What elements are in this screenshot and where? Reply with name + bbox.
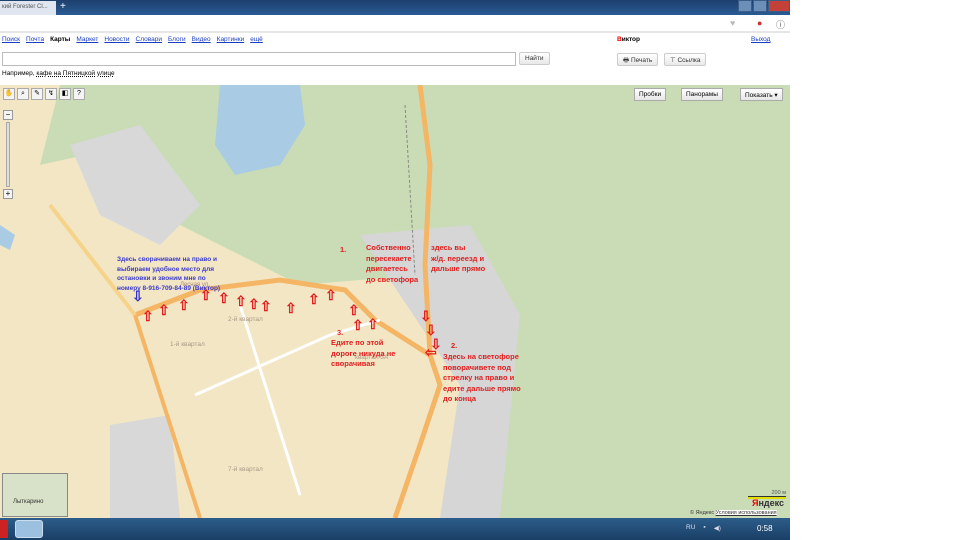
layers-icon[interactable]: ◧ [59,88,71,100]
red-arrow-icon: ⇧ [352,317,364,333]
heart-icon[interactable]: ♥ [730,18,735,28]
info-icon[interactable]: ⓘ [776,18,785,31]
new-tab-button[interactable]: + [60,1,66,12]
services-nav: Поиск Почта Карты Маркет Новости Словари… [2,36,263,43]
address-bar[interactable]: ♥ ● ⓘ [0,15,790,33]
red-arrow-icon: ⇧ [235,293,247,309]
user-rest: иктор [621,36,640,43]
red-arrow-icon: ⇧ [325,287,337,303]
red-arrow-icon: ⇧ [158,302,170,318]
system-tray: RU ▪ ◀) [686,524,721,532]
network-icon[interactable]: ▪ [703,524,705,532]
terms-link[interactable]: Условия использования [715,510,777,516]
printer-icon: 🖶 [623,57,631,64]
nav-maps: Карты [50,36,71,43]
red-arrow-icon: ⇩ [420,308,432,324]
extension-icon[interactable]: ● [757,18,762,28]
map-area[interactable]: ✋ ⌕ ✎ ↯ ◧? − + Пробки Панорамы Показать ▾ Лес… [0,85,790,518]
nav-blogs[interactable]: Блоги [168,36,186,43]
zoom-rail[interactable] [6,122,10,187]
logout-link[interactable]: Выход [751,36,770,43]
red-arrow-icon: ⇧ [260,298,272,314]
nav-mail[interactable]: Почта [26,36,44,43]
district-label: 7-й квартал [228,466,263,473]
show-dropdown[interactable]: Показать ▾ [740,88,783,101]
note-2-number: 2. [451,341,458,350]
browser-taskbar-button[interactable] [15,520,43,538]
zoom-in-icon[interactable]: + [3,189,13,199]
language-indicator[interactable]: RU [686,524,695,532]
red-arrow-icon: ⇧ [285,300,297,316]
note-3-number: 3. [337,328,344,337]
nav-dict[interactable]: Словари [136,36,162,43]
minimap-label: Лыткарино [13,499,44,505]
taskbar: RU ▪ ◀) 0:58 [0,518,790,540]
scale-label: 200 м [771,490,787,496]
note-1-number: 1. [340,245,347,254]
built-area [110,415,180,518]
note-1b: здесь вы ж/д. переезд и дальше прямо [431,243,486,273]
maximize-button[interactable] [753,0,767,12]
district-label: 2-й квартал [228,316,263,323]
link-label: Ссылка [677,57,701,64]
window-controls [737,0,790,12]
copyright-text: © Яндекс [690,510,715,516]
nav-images[interactable]: Картинки [217,36,245,43]
zoom-out-icon[interactable]: − [3,110,13,120]
info-tool-icon[interactable]: ? [73,88,85,100]
print-label: Печать [630,57,653,64]
note-1a: Собственно пересекаете двигаетесь до све… [366,243,419,284]
minimize-button[interactable] [738,0,752,12]
red-arrow-icon: ⇦ [425,344,437,360]
nav-more[interactable]: ещё [250,36,263,43]
nav-video[interactable]: Видео [192,36,211,43]
district-label: 1-й квартал [170,341,205,348]
ruler-icon[interactable]: ✎ [31,88,43,100]
red-arrow-icon: ⇧ [248,296,260,312]
route-icon[interactable]: ↯ [45,88,57,100]
panoramas-button[interactable]: Панорамы [681,88,723,101]
close-button[interactable] [768,0,790,12]
minimap[interactable]: Лыткарино [2,473,68,517]
map-toolbar: ✋ ⌕ ✎ ↯ ◧? [3,88,85,100]
zoom-slider[interactable]: − + [3,110,15,205]
blue-arrow-down-icon: ⇩ [132,288,144,304]
note-2: Здесь на светофоре поворачивете под стре… [443,352,521,403]
traffic-button[interactable]: Пробки [634,88,667,101]
nav-market[interactable]: Маркет [76,36,98,43]
note-3: Едите по этой дороге никуда не сворачива… [331,338,396,368]
red-arrow-icon: ⇧ [308,291,320,307]
lake [215,85,305,175]
link-button[interactable]: ⊤ Ссылка [664,53,707,66]
browser-tab[interactable]: кий Forester Cl... [0,1,56,15]
hint-prefix: Например, [2,70,35,77]
browser-window: кий Forester Cl... + ♥ ● ⓘ Поиск Почта К… [0,0,790,540]
red-arrow-icon: ⇧ [367,316,379,332]
tab-bar: кий Forester Cl... + [0,0,790,15]
red-arrow-icon: ⇧ [348,302,360,318]
search-hint: Например, кафе на Пятницкой улице [2,70,115,77]
red-arrow-icon: ⇧ [142,308,154,324]
hand-tool-icon[interactable]: ✋ [3,88,15,100]
nav-search[interactable]: Поиск [2,36,20,43]
search-input[interactable] [2,52,516,66]
zoom-tool-icon[interactable]: ⌕ [17,88,29,100]
hint-link[interactable]: кафе на Пятницкой улице [36,70,114,77]
volume-icon[interactable]: ◀) [714,524,721,532]
nav-news[interactable]: Новости [104,36,129,43]
clock[interactable]: 0:58 [757,524,773,533]
copyright: © Яндекс Условия использования [690,510,777,516]
red-arrow-icon: ⇧ [200,287,212,303]
print-button[interactable]: 🖶 Печать [617,53,659,66]
user-name[interactable]: Виктор [617,36,640,43]
search-button[interactable]: Найти [519,52,550,65]
red-arrow-icon: ⇩ [425,322,437,338]
yandex-logo: Яндекс [752,498,785,508]
opera-icon[interactable] [0,520,8,538]
map-canvas [0,85,520,518]
red-arrow-icon: ⇧ [218,290,230,306]
red-arrow-icon: ⇧ [178,297,190,313]
